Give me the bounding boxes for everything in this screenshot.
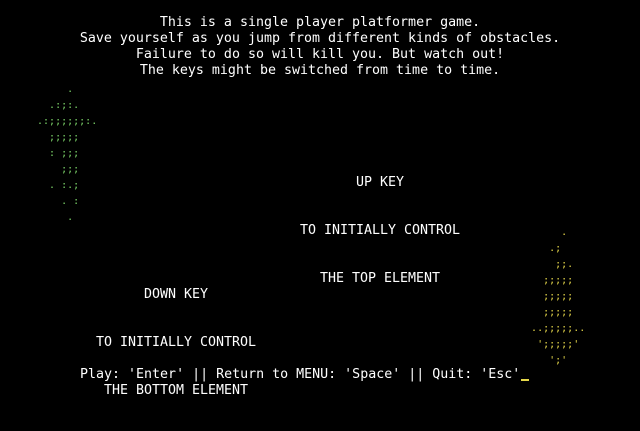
controls-footer: Play: 'Enter' || Return to MENU: 'Space'… xyxy=(80,367,530,383)
intro-line-2: Save yourself as you jump from different… xyxy=(79,31,561,46)
up-key-desc-2: THE TOP ELEMENT xyxy=(319,271,441,286)
down-key-desc-2: THE BOTTOM ELEMENT xyxy=(103,383,249,398)
down-key-label: DOWN KEY xyxy=(143,287,209,302)
game-screen[interactable]: This is a single player platformer game.… xyxy=(0,0,640,400)
up-arrow-icon: . .:;:. .:;;;;;;:. ;;;;; : ;;; ;;; . :.;… xyxy=(37,84,98,223)
intro-line-4: The keys might be switched from time to … xyxy=(139,63,501,78)
intro-line-1: This is a single player platformer game. xyxy=(159,15,481,30)
down-key-desc-1: TO INITIALLY CONTROL xyxy=(95,335,257,350)
up-key-label: UP KEY xyxy=(355,175,405,190)
cursor-icon xyxy=(521,379,530,381)
down-key-hint: DOWN KEY TO INITIALLY CONTROL THE BOTTOM… xyxy=(76,255,276,431)
intro-line-3: Failure to do so will kill you. But watc… xyxy=(135,47,505,62)
up-key-hint: UP KEY TO INITIALLY CONTROL THE TOP ELEM… xyxy=(280,143,480,319)
up-key-desc-1: TO INITIALLY CONTROL xyxy=(299,223,461,238)
controls-text: Play: 'Enter' || Return to MENU: 'Space'… xyxy=(80,367,521,382)
down-arrow-icon: . .; ;;. ;;;;; ;;;;; ;;;;; ..;;;;;.. ';;… xyxy=(531,227,586,366)
